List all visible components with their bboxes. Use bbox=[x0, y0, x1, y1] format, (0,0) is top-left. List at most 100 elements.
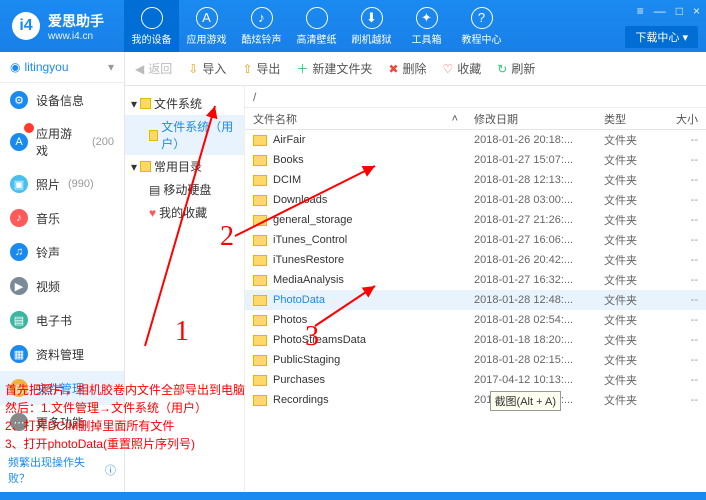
file-row[interactable]: general_storage2018-01-27 21:26:...文件夹-- bbox=[245, 210, 706, 230]
file-size: -- bbox=[656, 354, 706, 366]
file-date: 2018-01-28 12:48:... bbox=[466, 294, 596, 306]
delete-button[interactable]: ✖删除 bbox=[388, 60, 426, 77]
file-type: 文件夹 bbox=[596, 272, 656, 288]
tree-item-1[interactable]: 文件系统（用户） bbox=[125, 115, 244, 155]
file-size: -- bbox=[656, 214, 706, 226]
folder-icon bbox=[253, 315, 267, 326]
tree-item-2[interactable]: ▾常用目录 bbox=[125, 155, 244, 178]
folder-icon bbox=[140, 98, 151, 109]
sidenav-电子书[interactable]: ▤电子书 bbox=[0, 303, 124, 337]
topnav-6[interactable]: ?教程中心 bbox=[454, 0, 509, 52]
file-row[interactable]: PublicStaging2018-01-28 02:15:...文件夹-- bbox=[245, 350, 706, 370]
file-date: 2018-01-27 21:26:... bbox=[466, 214, 596, 226]
chevron-down-icon: ▾ bbox=[108, 60, 114, 74]
file-date: 2018-01-28 02:15:... bbox=[466, 354, 596, 366]
file-size: -- bbox=[656, 374, 706, 386]
sidenav-icon: ▶ bbox=[10, 277, 28, 295]
folder-icon bbox=[253, 175, 267, 186]
topnav-label: 酷炫铃声 bbox=[242, 31, 282, 46]
disk-icon: ▤ bbox=[149, 183, 160, 197]
file-row[interactable]: PhotoData2018-01-28 12:48:...文件夹-- bbox=[245, 290, 706, 310]
folder-icon bbox=[253, 355, 267, 366]
file-row[interactable]: Downloads2018-01-28 03:00:...文件夹-- bbox=[245, 190, 706, 210]
file-date: 2018-01-28 12:13:... bbox=[466, 174, 596, 186]
tree-item-3[interactable]: ▤移动硬盘 bbox=[125, 178, 244, 201]
sidenav-文件管理[interactable]: ▥文件管理 bbox=[0, 371, 124, 405]
file-size: -- bbox=[656, 274, 706, 286]
import-button[interactable]: ⇩导入 bbox=[188, 60, 226, 77]
file-size: -- bbox=[656, 254, 706, 266]
file-row[interactable]: Books2018-01-27 15:07:...文件夹-- bbox=[245, 150, 706, 170]
topnav-0[interactable]: 我的设备 bbox=[124, 0, 179, 52]
new-folder-button[interactable]: ＋新建文件夹 bbox=[296, 60, 372, 77]
file-row[interactable]: AirFair2018-01-26 20:18:...文件夹-- bbox=[245, 130, 706, 150]
topnav-4[interactable]: ⬇刷机越狱 bbox=[344, 0, 399, 52]
tree-item-0[interactable]: ▾文件系统 bbox=[125, 92, 244, 115]
sidenav-icon: ▥ bbox=[10, 379, 28, 397]
sidenav-视频[interactable]: ▶视频 bbox=[0, 269, 124, 303]
file-row[interactable]: MediaAnalysis2018-01-27 16:32:...文件夹-- bbox=[245, 270, 706, 290]
file-type: 文件夹 bbox=[596, 352, 656, 368]
file-name: Downloads bbox=[273, 194, 466, 206]
folder-icon bbox=[253, 275, 267, 286]
expand-icon[interactable]: ▾ bbox=[131, 97, 137, 111]
col-name[interactable]: 文件名称˄ bbox=[245, 111, 466, 127]
file-row[interactable]: iTunesRestore2018-01-26 20:42:...文件夹-- bbox=[245, 250, 706, 270]
topnav-icon: A bbox=[196, 7, 218, 29]
col-type[interactable]: 类型 bbox=[596, 111, 656, 127]
back-button[interactable]: ◀返回 bbox=[135, 60, 172, 77]
sidenav-资料管理[interactable]: ▦资料管理 bbox=[0, 337, 124, 371]
file-date: 2018-01-26 20:42:... bbox=[466, 254, 596, 266]
file-size: -- bbox=[656, 294, 706, 306]
tree-label: 文件系统（用户） bbox=[161, 118, 238, 152]
topnav-icon: ? bbox=[471, 7, 493, 29]
folder-icon bbox=[253, 335, 267, 346]
file-row[interactable]: Recordings2018-01-27 15:06:...文件夹-- bbox=[245, 390, 706, 410]
file-row[interactable]: iTunes_Control2018-01-27 16:06:...文件夹-- bbox=[245, 230, 706, 250]
folder-icon bbox=[253, 135, 267, 146]
tree-item-4[interactable]: ♥我的收藏 bbox=[125, 201, 244, 224]
refresh-button[interactable]: ↻刷新 bbox=[497, 60, 535, 77]
file-type: 文件夹 bbox=[596, 292, 656, 308]
col-size[interactable]: 大小 bbox=[656, 111, 706, 127]
file-row[interactable]: Photos2018-01-28 02:54:...文件夹-- bbox=[245, 310, 706, 330]
menu-button[interactable]: ≡ bbox=[637, 4, 644, 18]
sidenav-铃声[interactable]: ♫铃声 bbox=[0, 235, 124, 269]
file-row[interactable]: DCIM2018-01-28 12:13:...文件夹-- bbox=[245, 170, 706, 190]
path-bar[interactable]: / bbox=[245, 86, 706, 108]
max-button[interactable]: □ bbox=[676, 4, 683, 18]
sidenav-照片[interactable]: ▣照片(990) bbox=[0, 167, 124, 201]
help-link[interactable]: 频繁出现操作失败？ ⓘ bbox=[0, 447, 124, 492]
topnav-5[interactable]: ✦工具箱 bbox=[399, 0, 454, 52]
sidenav-应用游戏[interactable]: A应用游戏(200 bbox=[0, 117, 124, 167]
folder-icon bbox=[253, 195, 267, 206]
file-name: DCIM bbox=[273, 174, 466, 186]
user-tab[interactable]: ◉ litingyou ▾ bbox=[0, 52, 124, 83]
col-date[interactable]: 修改日期 bbox=[466, 111, 596, 127]
expand-icon[interactable]: ▾ bbox=[131, 160, 137, 174]
sidenav-icon: ▣ bbox=[10, 175, 28, 193]
file-date: 2018-01-26 20:18:... bbox=[466, 134, 596, 146]
sidenav-设备信息[interactable]: ⚙设备信息 bbox=[0, 83, 124, 117]
file-row[interactable]: Purchases2017-04-12 10:13:...文件夹-- bbox=[245, 370, 706, 390]
topnav-1[interactable]: A应用游戏 bbox=[179, 0, 234, 52]
file-size: -- bbox=[656, 134, 706, 146]
topnav-2[interactable]: ♪酷炫铃声 bbox=[234, 0, 289, 52]
file-date: 2018-01-28 03:00:... bbox=[466, 194, 596, 206]
close-button[interactable]: × bbox=[693, 4, 700, 18]
file-row[interactable]: PhotoStreamsData2018-01-18 18:20:...文件夹-… bbox=[245, 330, 706, 350]
sidenav-更多功能[interactable]: ⋯更多功能 bbox=[0, 405, 124, 439]
export-button[interactable]: ⇧导出 bbox=[242, 60, 280, 77]
sidenav-音乐[interactable]: ♪音乐 bbox=[0, 201, 124, 235]
help-text: 频繁出现操作失败？ bbox=[8, 454, 102, 486]
download-center-button[interactable]: 下载中心 ▾ bbox=[625, 26, 698, 48]
file-type: 文件夹 bbox=[596, 332, 656, 348]
favorite-button[interactable]: ♡收藏 bbox=[443, 60, 482, 77]
badge bbox=[24, 123, 34, 133]
sidenav-label: 更多功能 bbox=[36, 414, 84, 431]
min-button[interactable]: — bbox=[654, 4, 666, 18]
folder-icon bbox=[253, 375, 267, 386]
file-type: 文件夹 bbox=[596, 212, 656, 228]
sidenav-icon: A bbox=[10, 133, 28, 151]
topnav-3[interactable]: 高清壁纸 bbox=[289, 0, 344, 52]
